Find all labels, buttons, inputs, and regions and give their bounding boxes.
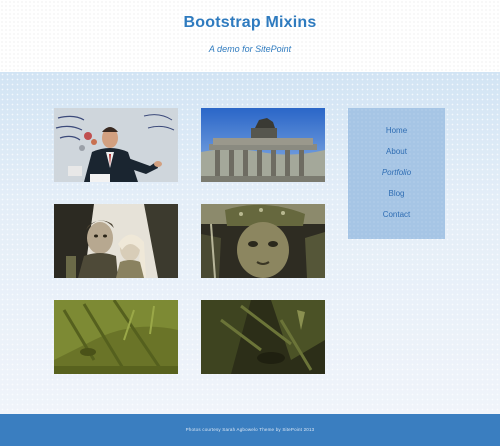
site-header: Bootstrap Mixins A demo for SitePoint [0,0,500,72]
nav-item-contact[interactable]: Contact [348,209,445,230]
gallery-image-two-people[interactable] [54,204,178,278]
green-abstract-image [54,300,178,374]
gallery-image-green-abstract[interactable] [54,300,178,374]
gallery-image-brandenburg-gate[interactable] [201,108,325,182]
site-footer: Photos courtesy Sarah Agbowelo Theme by … [0,414,500,446]
sidebar-nav: Home About Portfolio Blog Contact [348,108,445,239]
gallery-image-dark-green-abstract[interactable] [201,300,325,374]
soldier-portrait-image [201,204,325,278]
nav-item-portfolio[interactable]: Portfolio [348,167,445,188]
gallery-image-soldier-portrait[interactable] [201,204,325,278]
brandenburg-gate-image [201,108,325,182]
nav-item-blog[interactable]: Blog [348,188,445,209]
site-title[interactable]: Bootstrap Mixins [0,14,500,32]
dark-green-abstract-image [201,300,325,374]
man-speaking-image [54,108,178,182]
gallery-image-man-speaking[interactable] [54,108,178,182]
nav-item-home[interactable]: Home [348,125,445,146]
footer-credits: Photos courtesy Sarah Agbowelo Theme by … [185,427,315,432]
nav-item-about[interactable]: About [348,146,445,167]
site-tagline: A demo for SitePoint [208,44,292,54]
two-people-image [54,204,178,278]
